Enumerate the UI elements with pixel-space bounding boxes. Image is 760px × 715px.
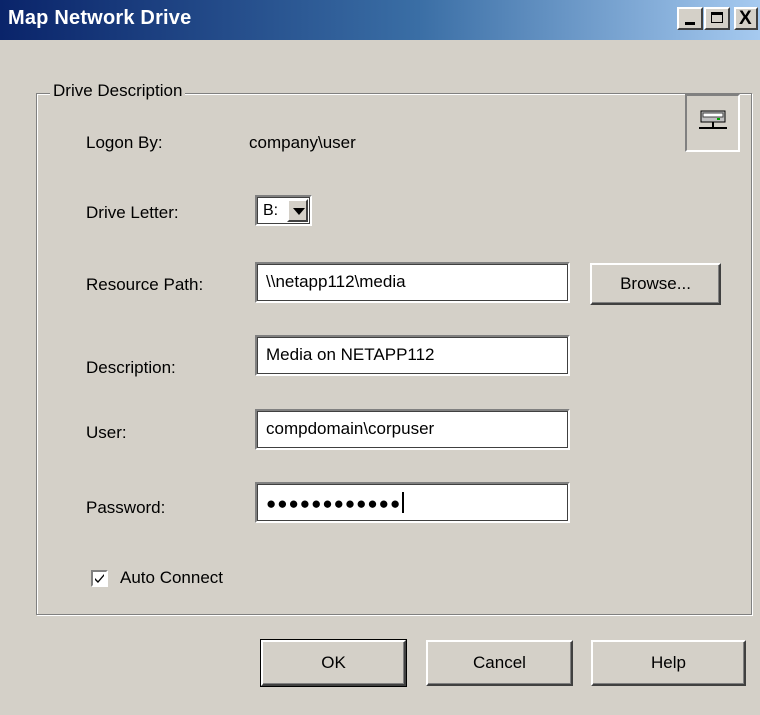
minimize-button[interactable] <box>677 7 703 30</box>
window-title: Map Network Drive <box>8 7 192 29</box>
browse-button[interactable]: Browse... <box>590 263 721 305</box>
password-mask: ●●●●●●●●●●●● <box>266 494 402 513</box>
logon-by-label: Logon By: <box>86 133 163 152</box>
close-icon: X <box>739 8 752 29</box>
resource-path-label: Resource Path: <box>86 275 204 294</box>
minimize-icon <box>685 22 695 25</box>
drive-letter-label: Drive Letter: <box>86 203 179 222</box>
title-bar[interactable]: Map Network Drive X <box>0 0 760 40</box>
auto-connect-label[interactable]: Auto Connect <box>120 568 223 588</box>
cancel-button[interactable]: Cancel <box>426 640 573 686</box>
chevron-down-icon[interactable] <box>287 199 308 222</box>
resource-path-input[interactable]: \\netapp112\media <box>255 262 570 303</box>
network-drive-button[interactable] <box>685 94 740 152</box>
drive-letter-select[interactable]: B: <box>255 195 312 226</box>
maximize-button[interactable] <box>704 7 730 30</box>
group-label: Drive Description <box>50 81 186 101</box>
logon-by-value: company\user <box>249 133 356 152</box>
user-input[interactable]: compdomain\corpuser <box>255 409 570 450</box>
text-caret <box>402 492 405 513</box>
description-input[interactable]: Media on NETAPP112 <box>255 335 570 376</box>
network-drive-icon <box>699 110 727 129</box>
ok-button[interactable]: OK <box>260 639 407 687</box>
password-input[interactable]: ●●●●●●●●●●●● <box>255 482 570 523</box>
checkmark-icon <box>95 574 104 583</box>
description-label: Description: <box>86 358 176 377</box>
map-network-drive-dialog: Map Network Drive X Drive Description Lo… <box>0 0 760 715</box>
maximize-icon <box>711 12 723 23</box>
password-label: Password: <box>86 498 166 517</box>
help-button[interactable]: Help <box>591 640 746 686</box>
close-button[interactable]: X <box>734 7 758 30</box>
auto-connect-checkbox[interactable] <box>91 570 108 587</box>
user-label: User: <box>86 423 127 442</box>
drive-letter-value: B: <box>263 202 279 219</box>
